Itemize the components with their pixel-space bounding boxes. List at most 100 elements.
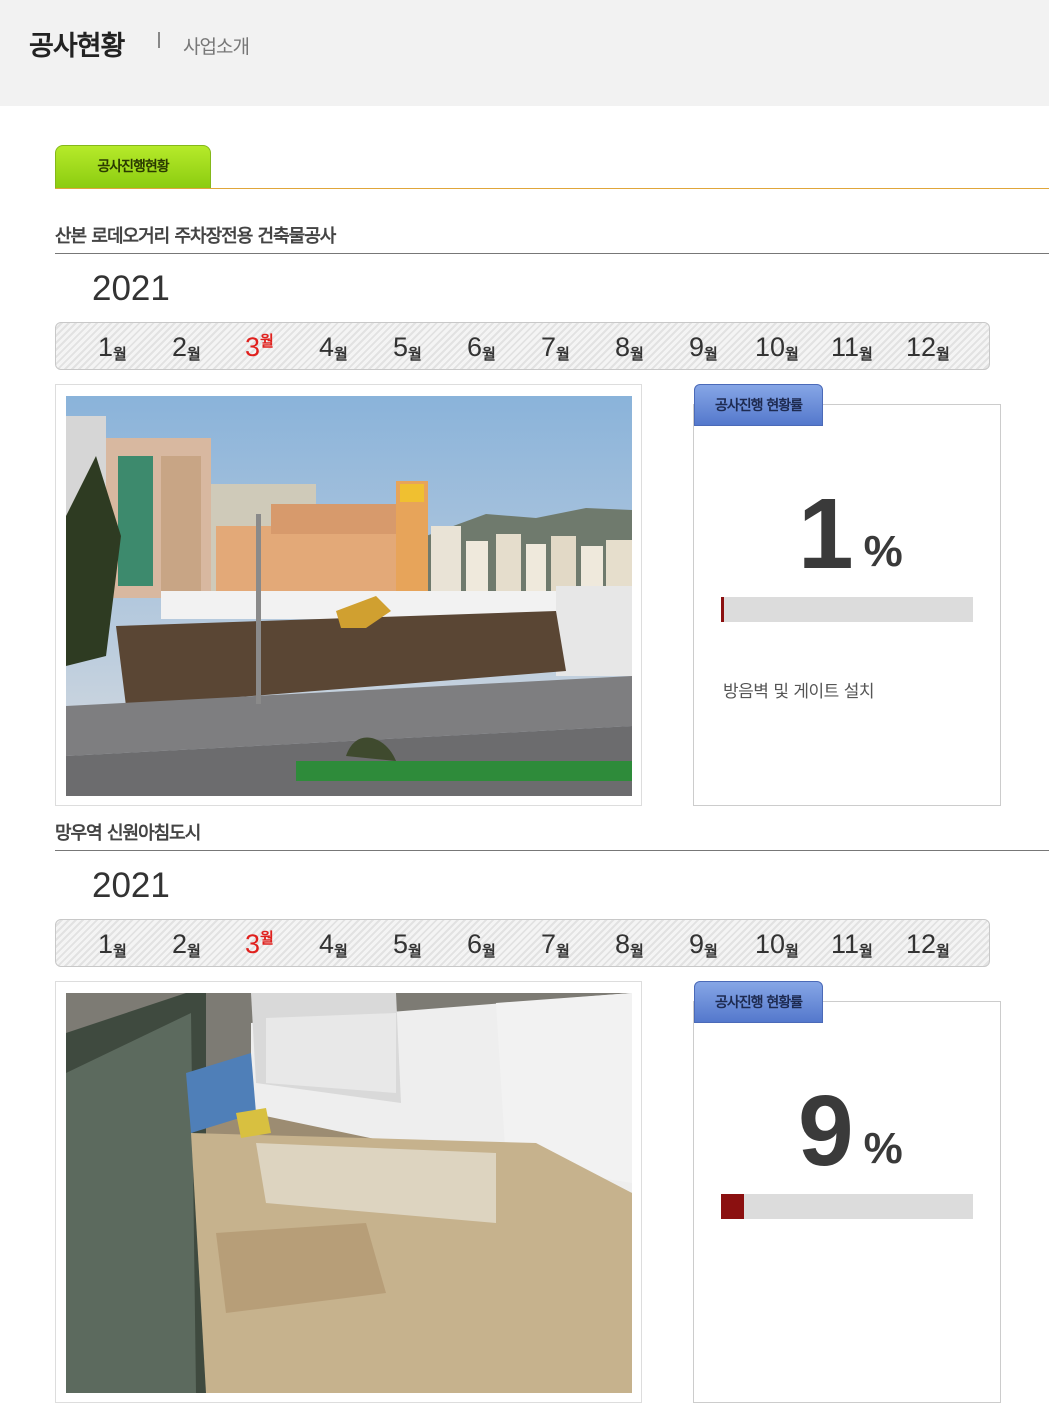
month-unit: 월	[334, 346, 348, 363]
month-button-7[interactable]: 7월	[541, 929, 570, 960]
progress-percent: 1%	[798, 484, 903, 584]
progress-value: 1	[798, 478, 854, 590]
month-number: 2	[172, 332, 188, 362]
progress-rate-tab: 공사진행 현황률	[694, 981, 823, 1023]
progress-bar	[721, 1194, 973, 1219]
month-unit: 월	[260, 333, 274, 350]
progress-bar	[721, 597, 973, 622]
month-selector: 1월 2월 3월 4월 5월 6월 7월 8월 9월 10월 11월 12월	[55, 322, 990, 370]
year-label: 2021	[92, 269, 170, 308]
breadcrumb-divider	[158, 32, 160, 48]
photo-frame	[55, 981, 642, 1403]
month-unit: 월	[408, 943, 422, 960]
month-button-9[interactable]: 9월	[689, 929, 718, 960]
month-number: 12	[906, 332, 937, 362]
page-header: 공사현황 사업소개	[0, 0, 1049, 106]
month-button-11[interactable]: 11월	[831, 929, 873, 960]
apartment-construction-photo	[66, 993, 632, 1393]
month-button-12[interactable]: 12월	[906, 332, 950, 363]
month-button-3[interactable]: 3월	[245, 332, 274, 363]
month-number: 4	[319, 332, 335, 362]
month-unit: 월	[704, 346, 718, 363]
month-number: 7	[541, 929, 557, 959]
breadcrumb[interactable]: 사업소개	[183, 32, 250, 59]
month-unit: 월	[113, 346, 127, 363]
month-button-6[interactable]: 6월	[467, 332, 496, 363]
month-button-8[interactable]: 8월	[615, 929, 644, 960]
month-button-10[interactable]: 10월	[755, 929, 799, 960]
month-number: 10	[755, 332, 786, 362]
year-label: 2021	[92, 866, 170, 905]
month-unit: 월	[334, 943, 348, 960]
month-button-5[interactable]: 5월	[393, 929, 422, 960]
month-button-7[interactable]: 7월	[541, 332, 570, 363]
month-button-10[interactable]: 10월	[755, 332, 799, 363]
month-number: 3	[245, 929, 261, 959]
project-title: 망우역 신원아침도시	[55, 823, 201, 844]
month-button-1[interactable]: 1월	[98, 332, 127, 363]
progress-percent: 9%	[798, 1081, 903, 1181]
month-unit: 월	[408, 346, 422, 363]
month-unit: 월	[630, 943, 644, 960]
month-button-8[interactable]: 8월	[615, 332, 644, 363]
month-number: 6	[467, 929, 483, 959]
month-button-2[interactable]: 2월	[172, 929, 201, 960]
month-button-2[interactable]: 2월	[172, 332, 201, 363]
month-button-1[interactable]: 1월	[98, 929, 127, 960]
month-number: 12	[906, 929, 937, 959]
month-unit: 월	[260, 930, 274, 947]
month-button-4[interactable]: 4월	[319, 332, 348, 363]
month-number: 6	[467, 332, 483, 362]
month-number: 8	[615, 929, 631, 959]
month-number: 11	[831, 929, 860, 959]
tab-construction-progress[interactable]: 공사진행현황	[55, 145, 211, 188]
page-title: 공사현황	[29, 31, 125, 62]
month-button-5[interactable]: 5월	[393, 332, 422, 363]
percent-symbol: %	[863, 527, 903, 576]
month-button-4[interactable]: 4월	[319, 929, 348, 960]
month-unit: 월	[482, 346, 496, 363]
month-button-11[interactable]: 11월	[831, 332, 873, 363]
project-title: 산본 로데오거리 주차장전용 건축물공사	[55, 226, 336, 247]
month-number: 9	[689, 332, 705, 362]
month-number: 5	[393, 332, 409, 362]
month-unit: 월	[785, 346, 799, 363]
month-number: 10	[755, 929, 786, 959]
month-button-6[interactable]: 6월	[467, 929, 496, 960]
month-unit: 월	[482, 943, 496, 960]
month-unit: 월	[630, 346, 644, 363]
divider	[55, 253, 1049, 254]
divider	[55, 850, 1049, 851]
month-number: 1	[98, 332, 114, 362]
progress-bar-fill	[721, 1194, 744, 1219]
tab-underline	[55, 188, 1049, 189]
month-button-9[interactable]: 9월	[689, 332, 718, 363]
construction-site-photo	[66, 396, 632, 796]
month-unit: 월	[859, 943, 873, 960]
month-unit: 월	[859, 346, 873, 363]
month-button-12[interactable]: 12월	[906, 929, 950, 960]
photo-frame	[55, 384, 642, 806]
month-unit: 월	[556, 346, 570, 363]
percent-symbol: %	[863, 1124, 903, 1173]
month-unit: 월	[556, 943, 570, 960]
month-number: 9	[689, 929, 705, 959]
progress-description: 방음벽 및 게이트 설치	[723, 682, 874, 702]
month-selector: 1월 2월 3월 4월 5월 6월 7월 8월 9월 10월 11월 12월	[55, 919, 990, 967]
month-unit: 월	[936, 346, 950, 363]
month-unit: 월	[187, 346, 201, 363]
month-number: 7	[541, 332, 557, 362]
month-unit: 월	[113, 943, 127, 960]
month-unit: 월	[187, 943, 201, 960]
progress-value: 9	[798, 1075, 854, 1187]
month-number: 11	[831, 332, 860, 362]
month-number: 4	[319, 929, 335, 959]
month-unit: 월	[785, 943, 799, 960]
month-button-3[interactable]: 3월	[245, 929, 274, 960]
month-number: 1	[98, 929, 114, 959]
month-number: 8	[615, 332, 631, 362]
month-unit: 월	[704, 943, 718, 960]
progress-bar-fill	[721, 597, 724, 622]
month-number: 2	[172, 929, 188, 959]
progress-rate-tab: 공사진행 현황률	[694, 384, 823, 426]
